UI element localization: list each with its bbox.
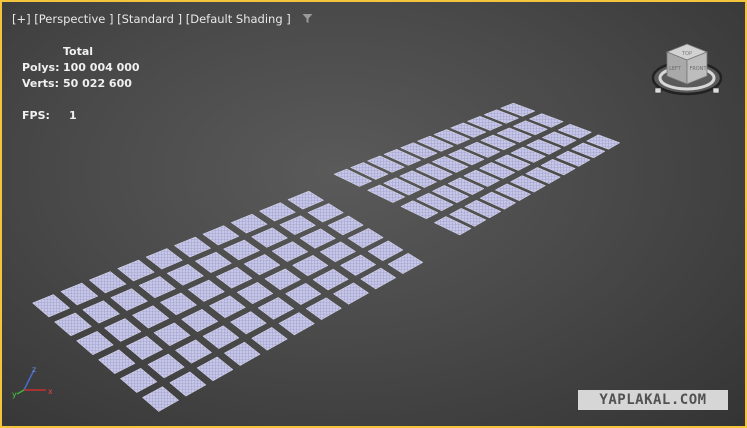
stats-header: Total (63, 45, 94, 58)
plane-tile[interactable] (327, 215, 364, 236)
plane-tile[interactable] (202, 325, 240, 349)
plane-tile[interactable] (251, 327, 288, 351)
plane-tile[interactable] (271, 241, 309, 262)
verts-value: 50 022 600 (63, 77, 132, 90)
svg-text:z: z (32, 365, 36, 374)
perspective-viewport[interactable]: [+] [Perspective ] [Standard ] [Default … (0, 0, 747, 428)
viewport-label[interactable]: [+] [Perspective ] [Standard ] [Default … (12, 12, 313, 27)
plane-tile[interactable] (340, 254, 377, 276)
plane-tile[interactable] (202, 225, 240, 246)
plane-tile[interactable] (153, 322, 191, 347)
plane-tile[interactable] (257, 297, 295, 320)
plane-tile[interactable] (159, 292, 198, 316)
plane-tile[interactable] (32, 294, 71, 318)
plane-tile[interactable] (103, 318, 142, 342)
axis-tripod-icon: z y x (12, 365, 53, 399)
polys-value: 100 004 000 (63, 61, 140, 74)
plane-tile[interactable] (347, 228, 384, 249)
plane-tile[interactable] (88, 271, 127, 294)
plane-tile[interactable] (264, 268, 301, 291)
plane-tile[interactable] (125, 335, 164, 360)
plane-tile[interactable] (258, 202, 296, 222)
plane-tile[interactable] (292, 255, 329, 277)
svg-text:LEFT: LEFT (669, 66, 682, 72)
viewport-label-text[interactable]: [+] [Perspective ] [Standard ] [Default … (12, 12, 291, 26)
plane-tile[interactable] (230, 213, 268, 234)
funnel-icon[interactable] (302, 13, 313, 27)
plane-tile[interactable] (208, 295, 246, 319)
plane-tile[interactable] (54, 312, 92, 337)
plane-tile[interactable] (166, 264, 204, 286)
plane-tile[interactable] (76, 331, 114, 356)
plane-tile[interactable] (196, 356, 234, 382)
statistics-overlay: Total Polys: 100 004 000 Verts: 50 022 600… (22, 44, 140, 124)
verts-label: Verts: (22, 77, 60, 90)
plane-tile[interactable] (147, 353, 185, 379)
svg-text:y: y (12, 390, 17, 399)
plane-tile[interactable] (98, 349, 136, 374)
plane-tile[interactable] (285, 282, 322, 305)
plane-tile[interactable] (194, 251, 232, 273)
plane-tile[interactable] (243, 254, 281, 276)
plane-tile[interactable] (360, 267, 397, 290)
plane-tile[interactable] (305, 297, 342, 320)
plane-tile[interactable] (222, 239, 261, 261)
svg-text:TOP: TOP (681, 51, 692, 57)
fps-value: 1 (69, 109, 77, 122)
plane-tile[interactable] (119, 367, 158, 393)
fps-label: FPS: (22, 109, 50, 122)
polys-label: Polys: (22, 61, 60, 74)
plane-tile[interactable] (299, 228, 337, 249)
plane-tile[interactable] (181, 309, 219, 333)
viewcube-icon[interactable]: TOP LEFT FRONT (647, 38, 727, 102)
plane-tile[interactable] (332, 282, 370, 305)
plane-tile[interactable] (60, 282, 99, 306)
plane-tile[interactable] (387, 252, 424, 274)
plane-tile[interactable] (251, 227, 289, 248)
plane-tile[interactable] (187, 279, 225, 302)
svg-text:FRONT: FRONT (689, 66, 707, 72)
watermark-text: YAPLAKAL.COM (578, 390, 728, 410)
plane-tile[interactable] (312, 268, 349, 291)
plane-tile[interactable] (174, 339, 213, 364)
plane-tile[interactable] (131, 305, 170, 329)
plane-tile[interactable] (110, 288, 148, 311)
svg-text:x: x (48, 387, 53, 396)
plane-tile[interactable] (138, 276, 176, 299)
plane-tile[interactable] (278, 312, 315, 336)
plane-tile[interactable] (82, 300, 120, 324)
plane-tile[interactable] (307, 203, 344, 223)
plane-tile[interactable] (223, 341, 261, 366)
plane-array-left[interactable] (32, 190, 424, 412)
plane-tile[interactable] (117, 259, 155, 282)
plane-tile[interactable] (367, 240, 404, 262)
plane-tile[interactable] (319, 241, 357, 263)
plane-tile[interactable] (279, 215, 317, 235)
plane-tile[interactable] (230, 311, 267, 335)
plane-tile[interactable] (215, 266, 253, 289)
plane-array-right[interactable] (333, 102, 621, 236)
plane-tile[interactable] (287, 190, 325, 210)
plane-tile[interactable] (236, 282, 274, 305)
plane-tile[interactable] (141, 386, 180, 412)
plane-tile[interactable] (145, 248, 183, 270)
plane-tile[interactable] (173, 236, 212, 258)
plane-tile[interactable] (169, 371, 207, 397)
